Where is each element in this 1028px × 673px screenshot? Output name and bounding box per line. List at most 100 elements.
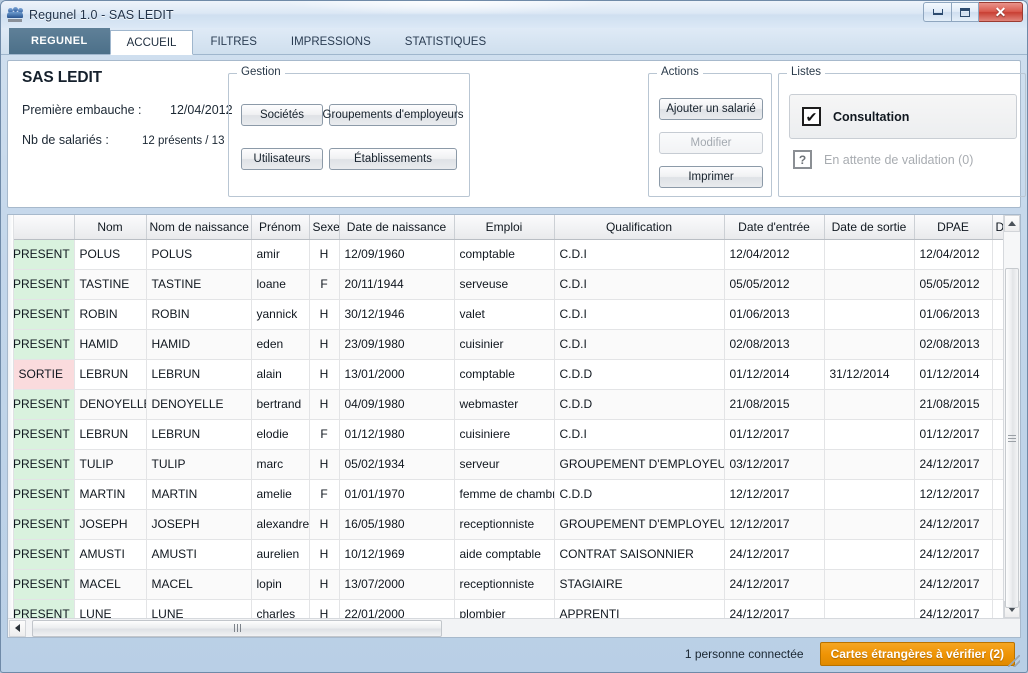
cell-sexe[interactable]: H [309, 389, 340, 420]
cell-nom_naissance[interactable]: MACEL [146, 569, 252, 600]
cell-date_sortie[interactable] [824, 329, 915, 360]
foreign-cards-warning-badge[interactable]: Cartes étrangères à vérifier (2) [819, 642, 1015, 666]
cell-emploi[interactable]: serveuse [454, 269, 555, 300]
table-row[interactable]: SORTIE LEBRUN LEBRUN alain H 13/01/2000 compta… [8, 359, 1018, 390]
cell-dpae[interactable]: 24/12/2017 [914, 599, 993, 618]
cell-status[interactable]: PRESENT [8, 569, 75, 600]
cell-qualification[interactable]: C.D.I [554, 239, 725, 270]
cell-date_naissance[interactable]: 22/01/2000 [339, 599, 455, 618]
table-row[interactable]: PRESENT DENOYELLE DENOYELLE bertrand H 04/09/… [8, 389, 1018, 420]
resize-grip[interactable] [1008, 655, 1020, 667]
scroll-up-button[interactable] [1004, 215, 1020, 232]
cell-prenom[interactable]: eden [251, 329, 310, 360]
cell-nom[interactable]: LEBRUN [74, 419, 147, 450]
col-prenom[interactable]: Prénom [251, 215, 310, 240]
cell-nom_naissance[interactable]: HAMID [146, 329, 252, 360]
cell-qualification[interactable]: C.D.D [554, 359, 725, 390]
cell-nom[interactable]: LEBRUN [74, 359, 147, 390]
cell-prenom[interactable]: yannick [251, 299, 310, 330]
cell-qualification[interactable]: C.D.I [554, 419, 725, 450]
cell-dpae[interactable]: 01/12/2014 [914, 359, 993, 390]
tab-filtres[interactable]: FILTRES [193, 29, 273, 54]
cell-emploi[interactable]: comptable [454, 239, 555, 270]
cell-date_sortie[interactable] [824, 419, 915, 450]
cell-date_naissance[interactable]: 04/09/1980 [339, 389, 455, 420]
cell-date_sortie[interactable] [824, 449, 915, 480]
cell-nom_naissance[interactable]: LEBRUN [146, 359, 252, 390]
cell-nom[interactable]: POLUS [74, 239, 147, 270]
cell-prenom[interactable]: amir [251, 239, 310, 270]
ajouter-salarie-button[interactable]: Ajouter un salarié [659, 98, 763, 120]
table-row[interactable]: PRESENT POLUS POLUS amir H 12/09/1960 comptabl… [8, 239, 1018, 270]
cell-sexe[interactable]: H [309, 509, 340, 540]
col-date-sortie[interactable]: Date de sortie [824, 215, 915, 240]
cell-date_entree[interactable]: 01/12/2014 [724, 359, 825, 390]
cell-prenom[interactable]: bertrand [251, 389, 310, 420]
cell-emploi[interactable]: plombier [454, 599, 555, 618]
cell-date_naissance[interactable]: 05/02/1934 [339, 449, 455, 480]
cell-qualification[interactable]: C.D.I [554, 299, 725, 330]
cell-nom[interactable]: MARTIN [74, 479, 147, 510]
cell-status[interactable]: PRESENT [8, 299, 75, 330]
cell-dpae[interactable]: 24/12/2017 [914, 569, 993, 600]
cell-sexe[interactable]: H [309, 299, 340, 330]
cell-emploi[interactable]: serveur [454, 449, 555, 480]
cell-date_sortie[interactable] [824, 509, 915, 540]
cell-nom_naissance[interactable]: MARTIN [146, 479, 252, 510]
cell-status[interactable]: PRESENT [8, 479, 75, 510]
cell-qualification[interactable]: C.D.I [554, 269, 725, 300]
cell-nom[interactable]: TULIP [74, 449, 147, 480]
cell-status[interactable]: PRESENT [8, 509, 75, 540]
table-row[interactable]: PRESENT MARTIN MARTIN amelie F 01/01/1970 femm… [8, 479, 1018, 510]
cell-prenom[interactable]: alexandre [251, 509, 310, 540]
cell-date_sortie[interactable] [824, 479, 915, 510]
consultation-list-option[interactable]: ✔ Consultation [789, 94, 1017, 139]
cell-date_naissance[interactable]: 20/11/1944 [339, 269, 455, 300]
cell-date_naissance[interactable]: 16/05/1980 [339, 509, 455, 540]
col-nom-naissance[interactable]: Nom de naissance [146, 215, 252, 240]
cell-dpae[interactable]: 21/08/2015 [914, 389, 993, 420]
cell-date_entree[interactable]: 12/12/2017 [724, 509, 825, 540]
tab-accueil[interactable]: ACCUEIL [109, 30, 194, 55]
cell-qualification[interactable]: C.D.D [554, 389, 725, 420]
cell-qualification[interactable]: APPRENTI [554, 599, 725, 618]
cell-date_naissance[interactable]: 01/12/1980 [339, 419, 455, 450]
cell-status[interactable]: PRESENT [8, 419, 75, 450]
table-row[interactable]: PRESENT MACEL MACEL lopin H 13/07/2000 recepti… [8, 569, 1018, 600]
cell-emploi[interactable]: cuisiniere [454, 419, 555, 450]
cell-nom_naissance[interactable]: TULIP [146, 449, 252, 480]
cell-status[interactable]: PRESENT [8, 539, 75, 570]
cell-emploi[interactable]: comptable [454, 359, 555, 390]
cell-status[interactable]: PRESENT [8, 329, 75, 360]
cell-prenom[interactable]: elodie [251, 419, 310, 450]
cell-date_naissance[interactable]: 13/07/2000 [339, 569, 455, 600]
table-row[interactable]: PRESENT JOSEPH JOSEPH alexandre H 16/05/1980 r… [8, 509, 1018, 540]
scroll-left-button[interactable] [9, 619, 26, 637]
cell-date_entree[interactable]: 24/12/2017 [724, 569, 825, 600]
cell-dpae[interactable]: 02/08/2013 [914, 329, 993, 360]
cell-emploi[interactable]: receptionniste [454, 509, 555, 540]
cell-qualification[interactable]: GROUPEMENT D'EMPLOYEUR [554, 509, 725, 540]
cell-emploi[interactable]: aide comptable [454, 539, 555, 570]
cell-prenom[interactable]: marc [251, 449, 310, 480]
table-row[interactable]: PRESENT LEBRUN LEBRUN elodie F 01/12/1980 cuis… [8, 419, 1018, 450]
cell-date_entree[interactable]: 01/12/2017 [724, 419, 825, 450]
cell-date_sortie[interactable] [824, 239, 915, 270]
col-dpae[interactable]: DPAE [914, 215, 993, 240]
cell-date_sortie[interactable] [824, 389, 915, 420]
cell-emploi[interactable]: valet [454, 299, 555, 330]
cell-sexe[interactable]: F [309, 479, 340, 510]
col-date-naissance[interactable]: Date de naissance [339, 215, 455, 240]
col-date-entree[interactable]: Date d'entrée [724, 215, 825, 240]
col-qualification[interactable]: Qualification [554, 215, 725, 240]
cell-date_entree[interactable]: 02/08/2013 [724, 329, 825, 360]
cell-date_naissance[interactable]: 23/09/1980 [339, 329, 455, 360]
table-row[interactable]: PRESENT TULIP TULIP marc H 05/02/1934 serveur G… [8, 449, 1018, 480]
cell-qualification[interactable]: STAGIAIRE [554, 569, 725, 600]
tab-statistiques[interactable]: STATISTIQUES [388, 29, 503, 54]
cell-nom[interactable]: LUNE [74, 599, 147, 618]
cell-dpae[interactable]: 24/12/2017 [914, 539, 993, 570]
cell-date_entree[interactable]: 12/12/2017 [724, 479, 825, 510]
cell-date_naissance[interactable]: 10/12/1969 [339, 539, 455, 570]
cell-status[interactable]: PRESENT [8, 599, 75, 618]
